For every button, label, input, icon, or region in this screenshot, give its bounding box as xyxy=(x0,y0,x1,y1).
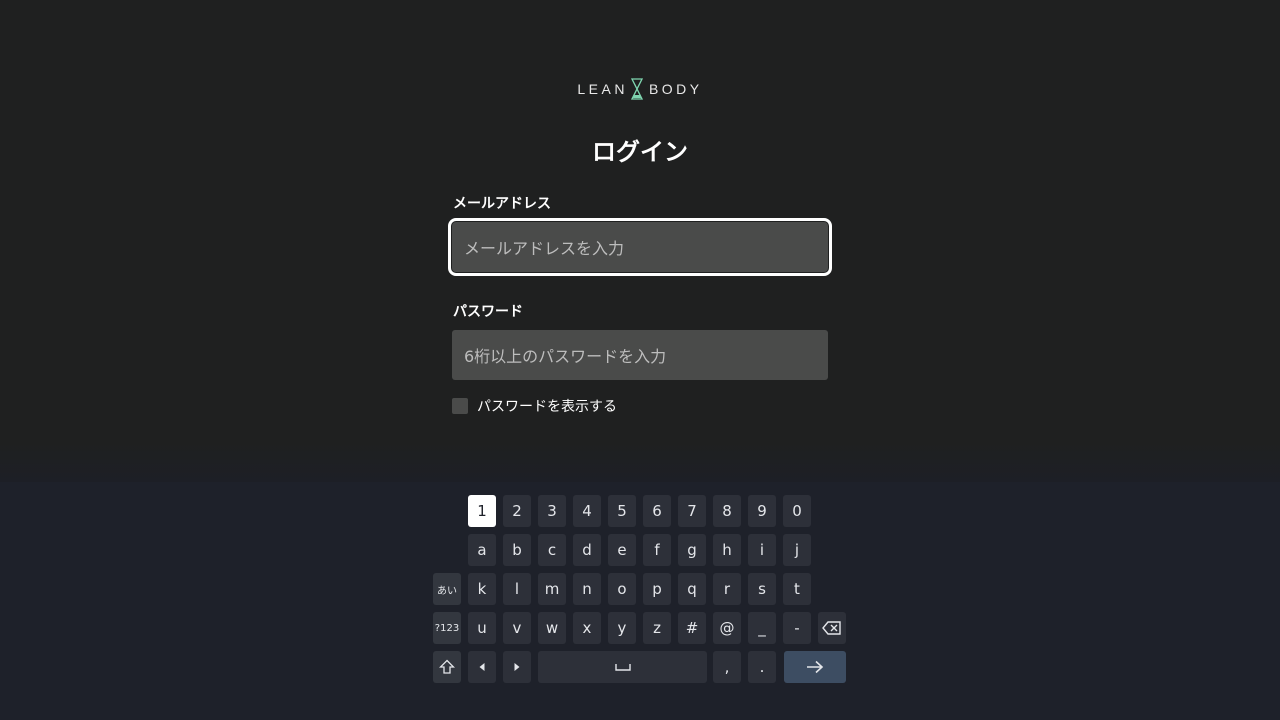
password-input[interactable]: 6桁以上のパスワードを入力 xyxy=(452,330,828,380)
key-z[interactable]: z xyxy=(643,612,671,644)
arrow-left-icon xyxy=(477,662,487,672)
page-title: ログイン xyxy=(592,138,688,166)
key-y[interactable]: y xyxy=(608,612,636,644)
login-panel: LEAN BODY ログイン メールアドレス メールアドレスを入力 パスワード … xyxy=(0,0,1280,442)
key-x[interactable]: x xyxy=(573,612,601,644)
email-label: メールアドレス xyxy=(453,196,551,212)
key-e[interactable]: e xyxy=(608,534,636,566)
screen: LEAN BODY ログイン メールアドレス メールアドレスを入力 パスワード … xyxy=(0,0,1280,720)
comma-key[interactable]: , xyxy=(713,651,741,683)
key-p[interactable]: p xyxy=(643,573,671,605)
key-f[interactable]: f xyxy=(643,534,671,566)
key-underscore[interactable]: _ xyxy=(748,612,776,644)
space-icon xyxy=(614,663,631,671)
key-h[interactable]: h xyxy=(713,534,741,566)
show-password-label: パスワードを表示する xyxy=(477,399,617,415)
backspace-icon xyxy=(822,621,842,635)
key-7[interactable]: 7 xyxy=(678,495,706,527)
space-key[interactable] xyxy=(538,651,707,683)
key-n[interactable]: n xyxy=(573,573,601,605)
key-o[interactable]: o xyxy=(608,573,636,605)
key-j[interactable]: j xyxy=(783,534,811,566)
key-1[interactable]: 1 xyxy=(468,495,496,527)
key-c[interactable]: c xyxy=(538,534,566,566)
password-placeholder: 6桁以上のパスワードを入力 xyxy=(464,347,667,366)
key-i[interactable]: i xyxy=(748,534,776,566)
key-d[interactable]: d xyxy=(573,534,601,566)
period-key[interactable]: . xyxy=(748,651,776,683)
logo-text-right: BODY xyxy=(648,81,703,97)
key-u[interactable]: u xyxy=(468,612,496,644)
key-r[interactable]: r xyxy=(713,573,741,605)
logo: LEAN BODY xyxy=(0,78,1280,100)
key-9[interactable]: 9 xyxy=(748,495,776,527)
password-label: パスワード xyxy=(453,304,523,320)
cursor-right-key[interactable] xyxy=(503,651,531,683)
key-w[interactable]: w xyxy=(538,612,566,644)
shift-icon xyxy=(439,659,455,675)
key-3[interactable]: 3 xyxy=(538,495,566,527)
key-2[interactable]: 2 xyxy=(503,495,531,527)
enter-key[interactable] xyxy=(784,651,846,683)
key-at[interactable]: @ xyxy=(713,612,741,644)
key-8[interactable]: 8 xyxy=(713,495,741,527)
email-input[interactable]: メールアドレスを入力 xyxy=(448,218,832,276)
symbols-key[interactable]: ?123 xyxy=(433,612,461,644)
key-g[interactable]: g xyxy=(678,534,706,566)
key-hash[interactable]: # xyxy=(678,612,706,644)
key-k[interactable]: k xyxy=(468,573,496,605)
key-v[interactable]: v xyxy=(503,612,531,644)
kana-key[interactable]: あい xyxy=(433,573,461,605)
cursor-left-key[interactable] xyxy=(468,651,496,683)
key-q[interactable]: q xyxy=(678,573,706,605)
key-l[interactable]: l xyxy=(503,573,531,605)
key-a[interactable]: a xyxy=(468,534,496,566)
keyboard-shadow xyxy=(0,442,1280,482)
key-t[interactable]: t xyxy=(783,573,811,605)
key-6[interactable]: 6 xyxy=(643,495,671,527)
key-m[interactable]: m xyxy=(538,573,566,605)
hourglass-icon xyxy=(630,78,643,100)
shift-key[interactable] xyxy=(433,651,461,683)
key-s[interactable]: s xyxy=(748,573,776,605)
key-dash[interactable]: - xyxy=(783,612,811,644)
key-b[interactable]: b xyxy=(503,534,531,566)
backspace-key[interactable] xyxy=(818,612,846,644)
arrow-right-enter-icon xyxy=(806,660,824,674)
email-placeholder: メールアドレスを入力 xyxy=(464,239,625,258)
key-5[interactable]: 5 xyxy=(608,495,636,527)
show-password-checkbox[interactable] xyxy=(452,398,468,414)
arrow-right-icon xyxy=(512,662,522,672)
logo-text-left: LEAN xyxy=(577,81,628,97)
onscreen-keyboard: 1234567890 abcdefghij あい klmnopqrst ?123… xyxy=(0,482,1280,720)
show-password-toggle[interactable]: パスワードを表示する xyxy=(452,396,617,416)
key-4[interactable]: 4 xyxy=(573,495,601,527)
key-0[interactable]: 0 xyxy=(783,495,811,527)
